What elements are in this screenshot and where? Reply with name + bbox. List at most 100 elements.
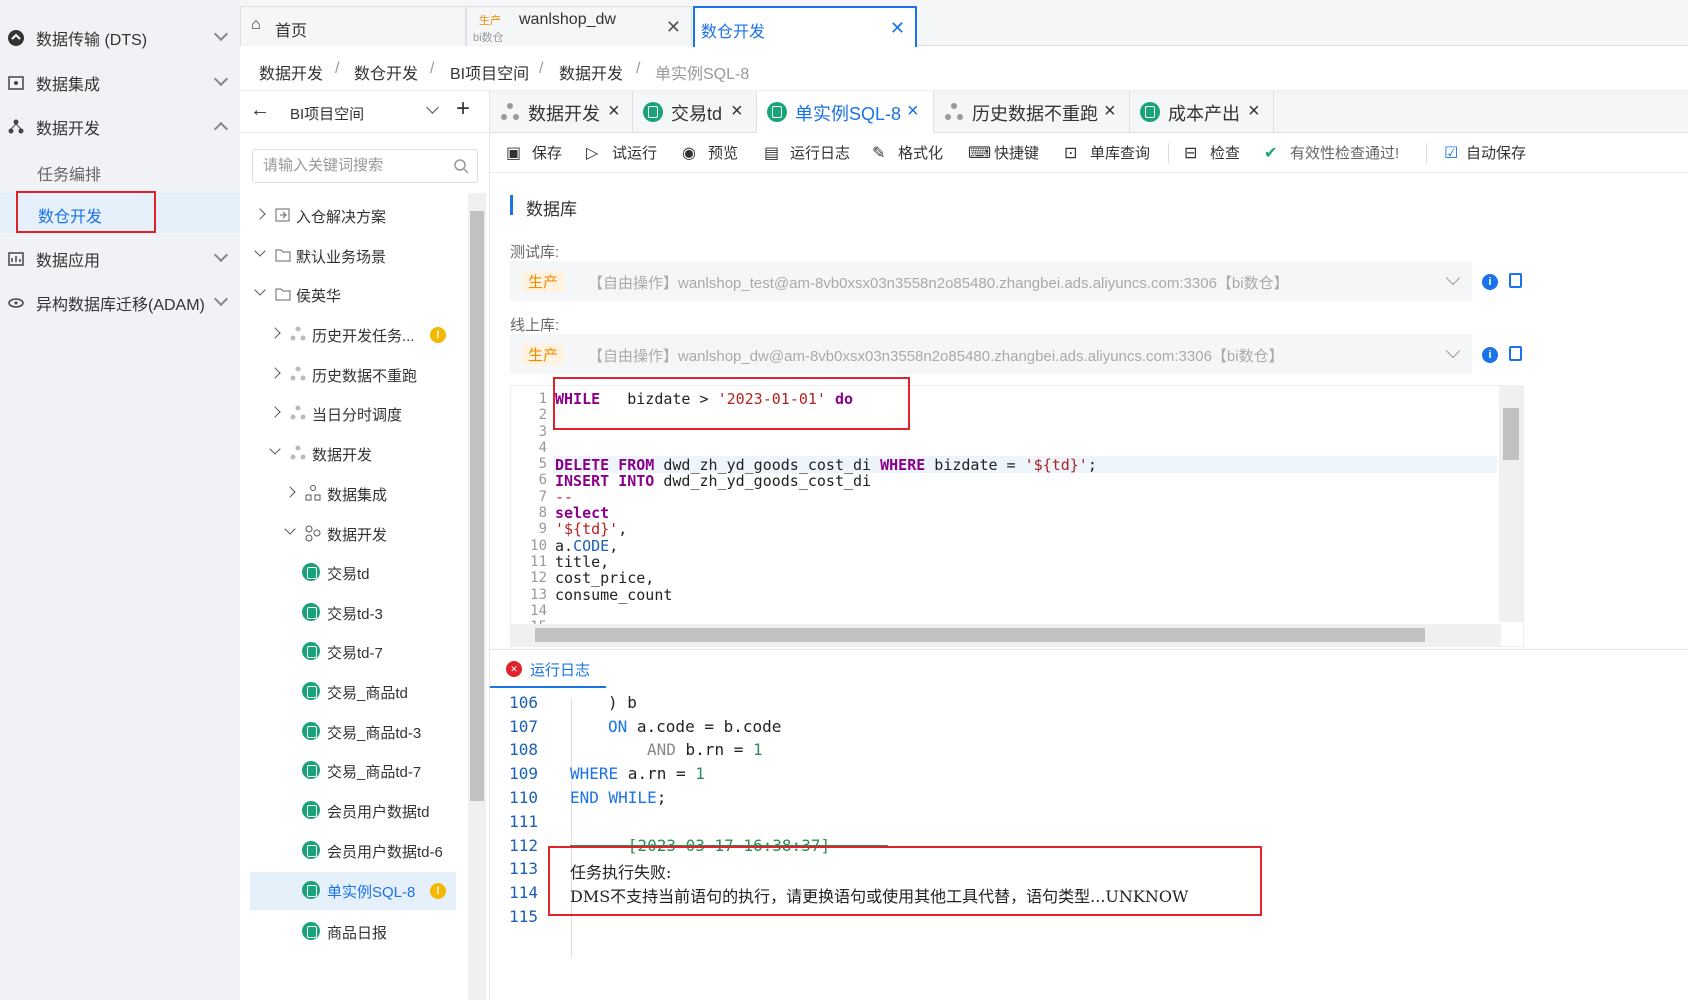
format-button[interactable]: ✎ 格式化	[872, 142, 943, 163]
chevron-down-icon[interactable]	[213, 291, 229, 307]
editor-tab-active[interactable]: 单实例SQL-8 ×	[757, 91, 934, 133]
tree-item[interactable]: 默认业务场景	[250, 237, 460, 275]
chevron-down-icon[interactable]	[426, 101, 439, 114]
chevron-down-icon[interactable]	[1445, 270, 1461, 286]
tree-search[interactable]	[252, 149, 478, 183]
check-button[interactable]: ⊟ 检查	[1184, 142, 1240, 163]
nav-item-dev[interactable]: 数据开发	[0, 105, 240, 149]
scroll-thumb[interactable]	[470, 211, 484, 801]
tree-item[interactable]: 数据开发	[280, 515, 490, 553]
editor-tab[interactable]: 历史数据不重跑 ×	[934, 91, 1130, 133]
close-icon[interactable]: ×	[907, 100, 919, 123]
tree-item[interactable]: 入仓解决方案	[250, 197, 460, 235]
tree-header: ← BI项目空间 +	[240, 91, 490, 133]
autosave-checkbox[interactable]: ☑ 自动保存	[1444, 142, 1526, 163]
close-icon[interactable]: ×	[1248, 100, 1260, 123]
editor-tab[interactable]: 数据开发 ×	[490, 91, 633, 133]
chevron-down-icon[interactable]	[213, 71, 229, 87]
run-log-button[interactable]: ▤ 运行日志	[764, 142, 850, 163]
tree-item[interactable]: 数据集成	[280, 475, 490, 513]
editor-tab[interactable]: 成本产出 ×	[1130, 91, 1274, 133]
chevron-right-icon[interactable]	[269, 327, 281, 339]
chevron-down-icon[interactable]	[213, 26, 229, 42]
scroll-thumb[interactable]	[1503, 408, 1519, 460]
chevron-down-icon[interactable]	[254, 245, 266, 257]
chevron-right-icon[interactable]	[284, 486, 296, 498]
chevron-down-icon[interactable]	[269, 443, 281, 455]
tree-item[interactable]: 历史数据不重跑	[265, 356, 475, 394]
search-input[interactable]	[263, 157, 443, 174]
line-number: 4	[538, 440, 547, 456]
search-icon[interactable]	[453, 158, 469, 174]
tree-item-label: 交易_商品td-3	[327, 725, 422, 742]
tab-home[interactable]: ⌂ 首页	[240, 6, 466, 46]
close-icon[interactable]: ×	[731, 100, 743, 123]
chevron-up-icon[interactable]	[213, 121, 229, 137]
shortcut-button[interactable]: ⌨ 快捷键	[968, 142, 1039, 163]
line-number: 9	[538, 521, 547, 537]
nav-item-dts[interactable]: 数据传输 (DTS)	[0, 16, 240, 60]
editor-hscrollbar[interactable]	[511, 624, 1501, 646]
back-arrow-icon[interactable]: ←	[250, 99, 270, 122]
tab-wanlshop-dw[interactable]: 生产 wanlshop_dw bi数仓 ✕	[466, 6, 692, 46]
online-db-select[interactable]: 生产 【自由操作】wanlshop_dw@am-8vb0xsx03n3558n2…	[510, 334, 1472, 374]
trial-run-button[interactable]: ▷ 试运行	[586, 142, 657, 163]
sql-node-icon	[1140, 102, 1160, 122]
tree-scrollbar[interactable]	[468, 193, 486, 1000]
breadcrumb-item[interactable]: BI项目空间	[450, 60, 529, 84]
editor-tab-label: 成本产出	[1168, 104, 1240, 124]
chevron-down-icon[interactable]	[213, 247, 229, 263]
info-icon[interactable]: i	[1482, 274, 1498, 290]
tab-warehouse-dev[interactable]: 数仓开发 ✕	[693, 6, 917, 47]
chevron-right-icon[interactable]	[269, 406, 281, 418]
check-circle-icon: ✔	[1264, 145, 1278, 162]
tree-item-selected[interactable]: 单实例SQL-8 !	[250, 872, 456, 910]
scroll-thumb[interactable]	[535, 628, 1425, 642]
breadcrumb-item[interactable]: 数仓开发	[354, 60, 418, 84]
editor-tab[interactable]: 交易td ×	[633, 91, 757, 133]
tab-run-log[interactable]: ✕ 运行日志	[490, 650, 606, 688]
chevron-down-icon[interactable]	[284, 523, 296, 535]
close-icon[interactable]: ✕	[890, 18, 905, 39]
log-number: 1	[695, 764, 705, 783]
nav-subitem-orchestration[interactable]: 任务编排	[0, 151, 240, 191]
project-space-select[interactable]: BI项目空间	[290, 103, 364, 124]
chevron-down-icon[interactable]	[254, 284, 266, 296]
code-string: '${td}'	[555, 520, 619, 538]
chevron-right-icon[interactable]	[269, 367, 281, 379]
chevron-right-icon[interactable]	[254, 208, 266, 220]
editor-tab-label: 数据开发	[528, 104, 600, 124]
single-query-button[interactable]: ⊡ 单库查询	[1064, 142, 1150, 163]
toolbar-divider	[1168, 143, 1169, 163]
save-button[interactable]: ▣ 保存	[506, 142, 562, 163]
nav-item-label: 数据应用	[36, 253, 101, 270]
editor-tab-label: 单实例SQL-8	[795, 104, 902, 124]
preview-button[interactable]: ◉ 预览	[682, 142, 738, 163]
workflow-icon	[944, 102, 964, 122]
close-icon[interactable]: ✕	[666, 17, 681, 38]
nav-item-migration[interactable]: 异构数据库迁移(ADAM)	[0, 281, 240, 325]
copy-icon[interactable]	[1509, 346, 1522, 361]
chevron-down-icon[interactable]	[1445, 343, 1461, 359]
nav-item-integration[interactable]: 数据集成	[0, 61, 240, 105]
tree-item[interactable]: 侯英华	[250, 276, 460, 314]
close-icon[interactable]: ×	[1104, 100, 1116, 123]
test-db-value: 【自由操作】wanlshop_test@am-8vb0xsx03n3558n2o…	[588, 275, 1289, 292]
add-icon[interactable]: +	[456, 95, 470, 123]
log-text: b.rn =	[675, 740, 753, 759]
close-icon[interactable]: ×	[608, 100, 620, 123]
info-icon[interactable]: i	[1482, 347, 1498, 363]
tree-item-label: 当日分时调度	[312, 407, 403, 424]
nav-item-app[interactable]: 数据应用	[0, 237, 240, 281]
checkbox-checked-icon[interactable]: ☑	[1444, 143, 1462, 163]
migration-icon	[7, 294, 25, 312]
test-db-select[interactable]: 生产 【自由操作】wanlshop_test@am-8vb0xsx03n3558…	[510, 261, 1472, 301]
copy-icon[interactable]	[1509, 273, 1522, 288]
tree-item[interactable]: 数据开发	[265, 435, 475, 473]
editor-vscrollbar[interactable]	[1499, 386, 1523, 622]
tree-item[interactable]: 当日分时调度	[265, 395, 475, 433]
tree-item[interactable]: 历史开发任务... !	[265, 316, 475, 354]
breadcrumb-item[interactable]: 数据开发	[259, 60, 323, 84]
breadcrumb-item[interactable]: 数据开发	[559, 60, 623, 84]
nav-item-label: 数据开发	[36, 121, 101, 138]
